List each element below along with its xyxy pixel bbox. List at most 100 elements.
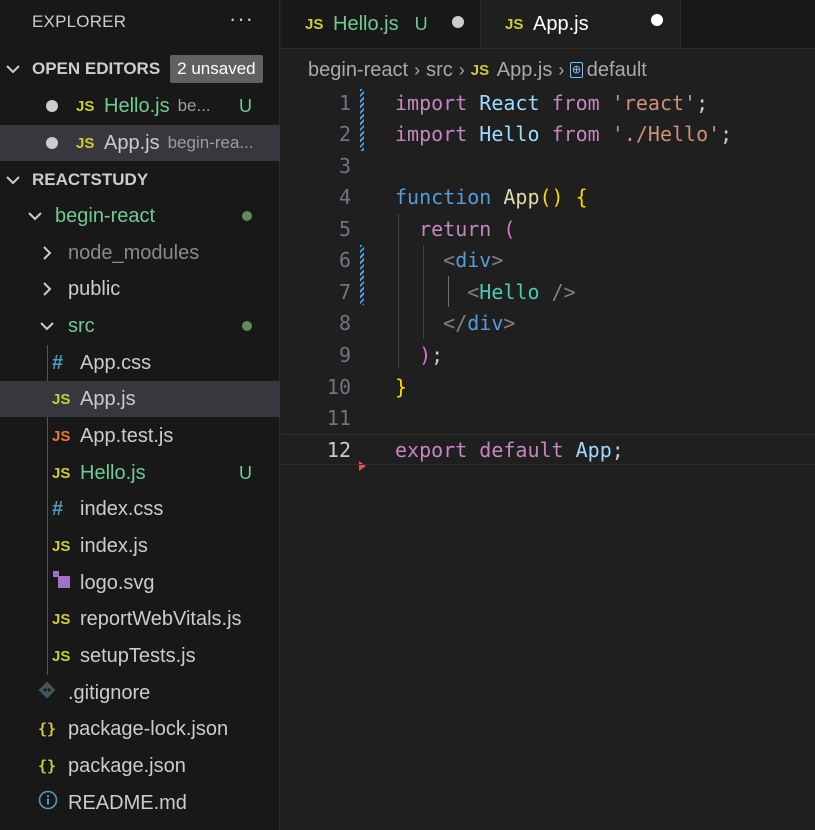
tab-label: Hello.js [333,12,399,35]
css-file-icon: # [52,351,64,374]
js-file-icon: JS [470,61,490,79]
code-text: import React from 'react'; [395,90,709,115]
unsaved-dot-icon[interactable] [46,137,58,149]
chevron-down-icon [28,211,46,221]
js-file-icon: JS [52,610,71,628]
unsaved-dot-icon[interactable] [651,14,663,26]
tree-file-app-js[interactable]: JS App.js [0,381,280,417]
tree-file-gitignore[interactable]: .gitignore [0,675,280,711]
tab-app-js[interactable]: JS App.js [481,0,681,48]
chevron-down-icon [6,64,24,74]
untracked-flag: U [414,13,428,34]
js-file-icon: JS [76,134,95,152]
tree-file-index-css[interactable]: # index.css [0,491,280,527]
code-line-6: 6 <div> [281,244,815,275]
open-editors-label: OPEN EDITORS [32,59,161,78]
file-name: index.js [80,534,148,557]
open-editor-path: be... [177,96,211,115]
tree-folder-node-modules[interactable]: node_modules [0,235,280,271]
code-text: import Hello from './Hello'; [395,121,733,146]
folder-name: public [68,277,121,300]
test-js-file-icon: JS [52,427,71,445]
line-number: 3 [338,153,351,178]
unsaved-dot-icon[interactable] [46,100,58,112]
tree-file-setup-tests[interactable]: JS setupTests.js [0,638,280,674]
js-file-icon: JS [52,390,71,408]
json-file-icon: {} [38,757,57,775]
code-line-3: 3 [281,150,815,181]
explorer-title: EXPLORER [32,12,127,31]
code-line-1: 1 import React from 'react'; [281,87,815,118]
chevron-right-icon: › [414,59,421,80]
tree-folder-begin-react[interactable]: begin-react [0,198,280,234]
code-line-2: 2 import Hello from './Hello'; [281,118,815,149]
breadcrumb-file[interactable]: App.js [497,59,553,82]
breadcrumb-folder[interactable]: begin-react [308,59,408,82]
tree-file-hello-js[interactable]: JS Hello.js U [0,455,280,491]
code-line-7: 7 <Hello /> [281,276,815,307]
open-editors-header[interactable]: OPEN EDITORS 2 unsaved [0,51,280,87]
chevron-right-icon [42,246,60,260]
js-file-icon: JS [76,97,95,115]
tree-file-app-css[interactable]: # App.css [0,345,280,381]
breadcrumb-symbol[interactable]: default [587,59,647,82]
tab-label: App.js [533,12,589,35]
line-number: 10 [326,374,351,399]
js-file-icon: JS [52,537,71,555]
workspace-header[interactable]: REACTSTUDY [0,162,280,198]
workspace-label: REACTSTUDY [32,170,149,189]
open-editor-name: Hello.js [104,94,170,117]
tree-file-package-lock[interactable]: {} package-lock.json [0,711,280,747]
file-name: App.test.js [80,424,174,447]
tree-folder-src[interactable]: src [0,308,280,344]
more-actions-icon[interactable]: ··· [229,6,254,32]
file-name: logo.svg [80,571,155,594]
explorer-sidebar: EXPLORER ··· OPEN EDITORS 2 unsaved JS H… [0,0,280,830]
code-line-8: 8 </div> [281,307,815,338]
tree-file-readme[interactable]: README.md [0,785,280,821]
json-file-icon: {} [38,720,57,738]
tree-file-package-json[interactable]: {} package.json [0,748,280,784]
file-name: index.css [80,497,164,520]
open-editor-name: App.js [104,131,160,154]
unsaved-dot-icon[interactable] [452,16,464,28]
line-number: 11 [326,405,351,430]
open-editor-hello[interactable]: JS Hello.js be... U [0,88,280,124]
code-editor[interactable]: 1 import React from 'react'; 2 import He… [281,86,815,830]
file-name: App.css [80,351,152,374]
line-number: 12 [326,437,351,462]
modified-dot-icon [242,321,252,331]
code-line-9: 9 ); [281,339,815,370]
file-name: App.js [80,387,136,410]
chevron-right-icon: › [558,59,565,80]
line-number: 7 [338,279,351,304]
breadcrumb-folder[interactable]: src [426,59,453,82]
tree-folder-public[interactable]: public [0,271,280,307]
tab-hello-js[interactable]: JS Hello.js U [281,0,481,48]
line-number: 2 [338,121,351,146]
unsaved-badge: 2 unsaved [170,55,263,83]
code-line-4: 4 function App() { [281,181,815,212]
chevron-down-icon [40,321,58,331]
breadcrumb: begin-react › src › JS App.js › ⊕ defaul… [308,57,647,83]
code-line-5: 5 return ( [281,213,815,244]
untracked-flag: U [239,95,252,116]
code-text: <div> [443,247,504,272]
tree-file-app-test-js[interactable]: JS App.test.js [0,418,280,454]
untracked-flag: U [239,462,252,483]
code-line-12: 12 export default App; [281,434,815,465]
code-text: </div> [443,310,516,335]
css-file-icon: # [52,497,64,520]
tree-file-report-web-vitals[interactable]: JS reportWebVitals.js [0,601,280,637]
open-editor-app[interactable]: JS App.js begin-rea... [0,125,280,161]
file-name: setupTests.js [80,644,196,667]
tree-file-index-js[interactable]: JS index.js [0,528,280,564]
line-number: 9 [338,342,351,367]
info-icon [38,790,68,816]
code-text: ); [419,342,444,367]
file-name: reportWebVitals.js [80,607,242,630]
line-number: 1 [338,90,351,115]
tree-file-logo-svg[interactable]: logo.svg [0,565,280,601]
code-text: function App() { [395,184,588,209]
open-editor-path: begin-rea... [167,133,254,152]
